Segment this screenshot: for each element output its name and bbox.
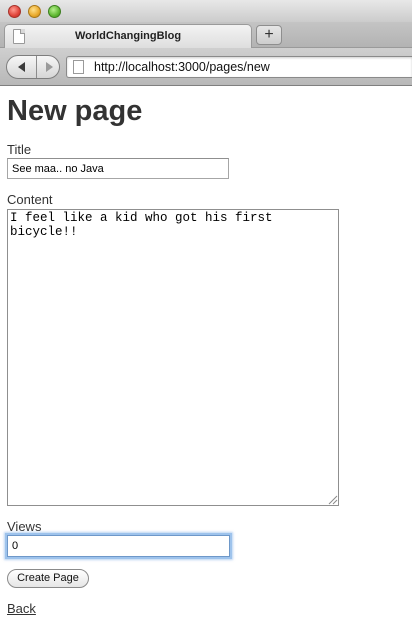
tab-title: WorldChangingBlog bbox=[74, 30, 182, 42]
resize-grip-icon[interactable] bbox=[327, 494, 338, 505]
navigation-toolbar: http://localhost:3000/pages/new bbox=[0, 48, 412, 86]
browser-tab[interactable]: WorldChangingBlog bbox=[4, 24, 252, 48]
forward-button[interactable] bbox=[38, 56, 59, 78]
new-tab-button[interactable]: + bbox=[256, 25, 282, 45]
content-textarea[interactable]: I feel like a kid who got his first bicy… bbox=[7, 209, 339, 506]
back-link[interactable]: Back bbox=[7, 601, 36, 616]
close-window-icon[interactable] bbox=[8, 5, 21, 18]
page-title: New page bbox=[7, 95, 143, 127]
tab-strip: WorldChangingBlog + bbox=[0, 22, 412, 48]
minimize-window-icon[interactable] bbox=[28, 5, 41, 18]
title-input[interactable] bbox=[7, 158, 229, 179]
maximize-window-icon[interactable] bbox=[48, 5, 61, 18]
content-label: Content bbox=[7, 192, 53, 207]
back-arrow-icon bbox=[18, 62, 25, 72]
title-label: Title bbox=[7, 142, 32, 157]
views-input[interactable] bbox=[7, 535, 230, 557]
address-bar[interactable]: http://localhost:3000/pages/new bbox=[66, 56, 412, 78]
history-buttons bbox=[6, 55, 60, 79]
back-button[interactable] bbox=[7, 56, 37, 78]
window-titlebar bbox=[0, 0, 412, 24]
create-page-button[interactable]: Create Page bbox=[7, 569, 89, 588]
forward-arrow-icon bbox=[46, 62, 53, 72]
page-icon bbox=[73, 60, 84, 74]
views-label: Views bbox=[7, 519, 42, 534]
url-text[interactable]: http://localhost:3000/pages/new bbox=[94, 60, 270, 74]
